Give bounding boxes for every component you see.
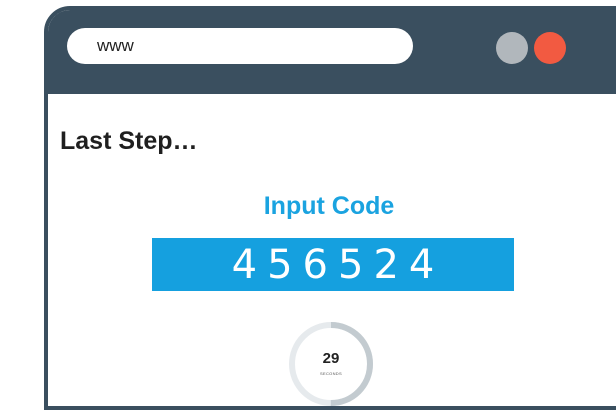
minimize-window-button[interactable]	[496, 32, 528, 64]
screen: www Last Step… Input Code 456524 29 SECO…	[0, 0, 616, 412]
timer-unit-label: SECONDS	[320, 371, 342, 376]
address-bar[interactable]: www	[67, 28, 413, 64]
timer-seconds: 29	[322, 350, 340, 367]
verification-code-display: 456524	[152, 238, 514, 291]
countdown-timer: 29 SECONDS	[287, 320, 375, 406]
verification-code: 456524	[231, 241, 445, 288]
code-label: Input Code	[263, 192, 395, 220]
address-text: www	[97, 36, 134, 55]
browser-window: www Last Step… Input Code 456524 29 SECO…	[44, 6, 616, 410]
page-heading: Last Step…	[60, 127, 198, 155]
close-window-button[interactable]	[534, 32, 566, 64]
browser-titlebar: www	[48, 10, 616, 94]
